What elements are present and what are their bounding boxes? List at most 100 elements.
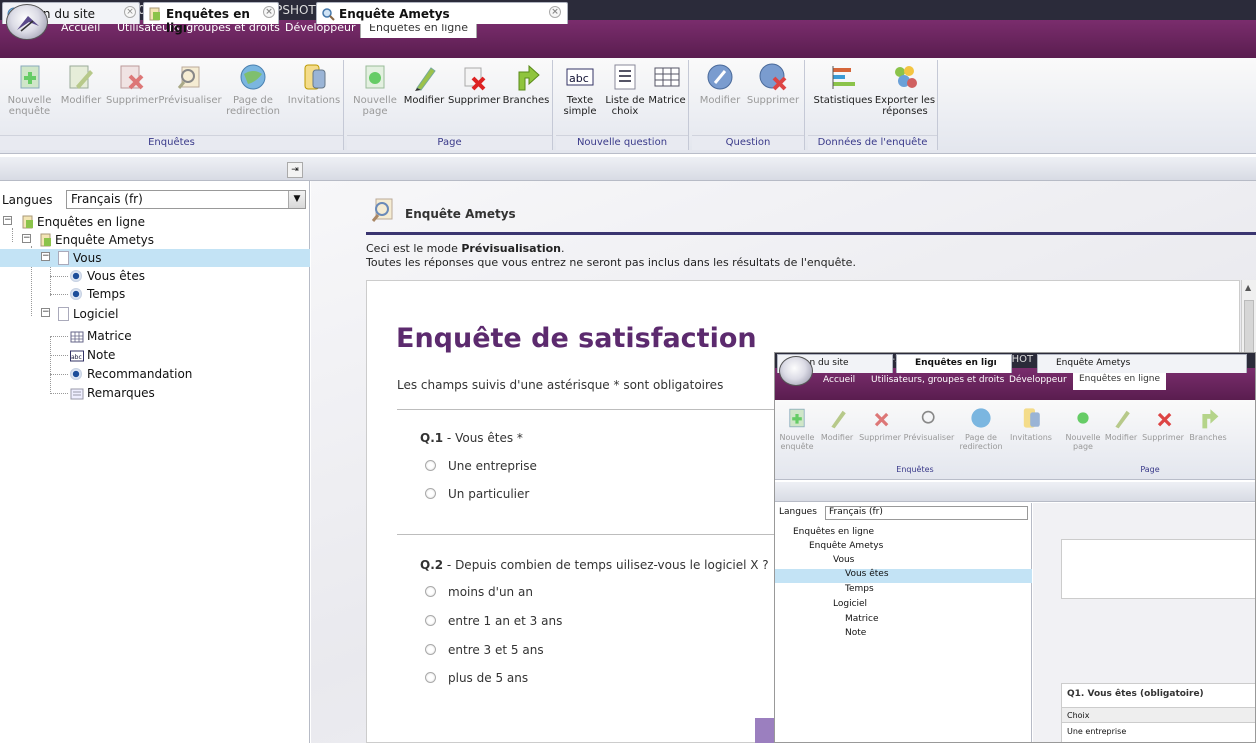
inset-tab-label: Enquêtes en ligı bbox=[915, 358, 997, 368]
delete-survey-label: Supprimer bbox=[106, 95, 159, 106]
tree-label: Recommandation bbox=[87, 367, 193, 381]
inset-tree-item: Enquêtes en ligne bbox=[793, 527, 875, 537]
radio-button[interactable] bbox=[425, 460, 436, 471]
close-icon[interactable]: × bbox=[263, 6, 275, 18]
survey-icon bbox=[149, 7, 160, 21]
tree-item-vous-etes[interactable]: Vous êtes bbox=[0, 267, 310, 285]
collapse-icon[interactable]: − bbox=[41, 252, 50, 261]
panel-tabs-row bbox=[0, 157, 1256, 181]
collapse-icon[interactable]: − bbox=[3, 216, 12, 225]
inset-invitations-button: Invitations bbox=[1007, 406, 1055, 442]
pencil-icon bbox=[1115, 410, 1130, 429]
preview-icon bbox=[921, 410, 935, 424]
close-icon[interactable]: × bbox=[549, 6, 561, 18]
inset-tab-content: Enquête Ametys bbox=[1037, 354, 1247, 373]
inset-tree-item: Vous bbox=[833, 555, 855, 565]
tree-label: Logiciel bbox=[73, 307, 119, 321]
tree-item-recommandation[interactable]: Recommandation bbox=[0, 365, 310, 383]
edit-page-button[interactable]: Modifier bbox=[401, 62, 447, 106]
invitations-button[interactable]: Invitations bbox=[286, 62, 342, 106]
inset-column-header: Choix bbox=[1062, 707, 1255, 723]
option-un-particulier[interactable]: Un particulier bbox=[425, 487, 529, 501]
inset-cell: Une entreprise bbox=[1067, 727, 1127, 736]
inset-tab-label: Enquête Ametys bbox=[1056, 358, 1131, 368]
matrix-icon bbox=[654, 67, 680, 87]
tree-item-vous[interactable]: − Vous bbox=[0, 249, 310, 267]
tree-label: Vous bbox=[73, 251, 102, 265]
tree-item-note[interactable]: abc Note bbox=[0, 346, 310, 364]
radio-button[interactable] bbox=[425, 586, 436, 597]
app-logo-icon[interactable] bbox=[6, 4, 48, 40]
option-3-a-5-ans[interactable]: entre 3 et 5 ans bbox=[425, 643, 544, 657]
branches-label: Branches bbox=[502, 95, 550, 106]
edit-survey-button[interactable]: Modifier bbox=[58, 62, 104, 106]
delete-question-label: Supprimer bbox=[746, 95, 800, 106]
radio-button[interactable] bbox=[425, 644, 436, 655]
tab-enquetes-en-ligne[interactable]: Enquêtes en ligı × bbox=[143, 2, 279, 35]
edit-survey-label: Modifier bbox=[60, 95, 102, 106]
edit-question-label: Modifier bbox=[699, 95, 741, 106]
preview-label: Prévisualiser bbox=[158, 95, 222, 106]
export-responses-button[interactable]: Exporter les réponses bbox=[874, 62, 936, 117]
tree-item-matrice[interactable]: Matrice bbox=[0, 327, 310, 345]
radio-button[interactable] bbox=[425, 615, 436, 626]
inset-page-edit-button: Modifier bbox=[1103, 406, 1139, 442]
scroll-up-icon[interactable]: ▲ bbox=[1245, 283, 1251, 292]
survey-preview-icon bbox=[371, 198, 393, 222]
inset-btn-label: Supprimer bbox=[859, 433, 901, 442]
chevron-down-icon[interactable]: ▼ bbox=[288, 191, 305, 208]
choice-list-button[interactable]: Liste de choix bbox=[603, 62, 647, 117]
option-1-a-3-ans[interactable]: entre 1 an et 3 ans bbox=[425, 614, 562, 628]
matrix-button[interactable]: Matrice bbox=[648, 62, 686, 106]
close-icon[interactable]: × bbox=[124, 6, 136, 18]
collapse-icon[interactable]: − bbox=[41, 308, 50, 317]
pencil-icon bbox=[831, 410, 846, 429]
language-select[interactable]: Français (fr) ▼ bbox=[66, 190, 306, 209]
new-survey-button[interactable]: Nouvelle enquête bbox=[2, 62, 57, 117]
statistics-button[interactable]: Statistiques bbox=[812, 62, 874, 106]
tree-item-remarques[interactable]: Remarques bbox=[0, 384, 310, 402]
option-label: plus de 5 ans bbox=[448, 671, 529, 685]
radio-button[interactable] bbox=[425, 488, 436, 499]
inset-btn-label: Nouvelle page bbox=[1065, 433, 1101, 451]
tree-item-logiciel[interactable]: − Logiciel bbox=[0, 305, 310, 323]
info-prefix: Ceci est le mode bbox=[366, 242, 462, 255]
textarea-question-icon bbox=[70, 388, 84, 400]
redirect-page-button[interactable]: Page de redirection bbox=[226, 62, 280, 117]
branches-button[interactable]: Branches bbox=[501, 62, 551, 106]
group-label-question: Question bbox=[692, 135, 804, 150]
text-question-button[interactable]: abc Texte simple bbox=[562, 62, 598, 117]
inset-menu-utilisateurs: Utilisateurs, groupes et droits bbox=[871, 375, 1005, 385]
svg-text:abc: abc bbox=[569, 72, 589, 85]
info-mode: Prévisualisation bbox=[461, 242, 561, 255]
radio-question-icon bbox=[70, 368, 82, 380]
collapse-panel-icon[interactable]: ⇥ bbox=[287, 162, 303, 178]
new-page-button[interactable]: Nouvelle page bbox=[352, 62, 398, 117]
question-1: Q.1 - Vous êtes * bbox=[420, 431, 523, 445]
tab-content-label: Enquête Ametys bbox=[339, 7, 450, 21]
preview-button[interactable]: Prévisualiser bbox=[158, 62, 222, 106]
group-question: Modifier Supprimer Question bbox=[692, 60, 805, 150]
collapse-icon[interactable]: − bbox=[22, 234, 31, 243]
tree-item-enquetes-en-ligne[interactable]: − Enquêtes en ligne bbox=[0, 213, 310, 231]
group-label-page: Page bbox=[347, 135, 552, 150]
tab-enquete-ametys[interactable]: Enquête Ametys × bbox=[316, 2, 568, 24]
ribbon: Nouvelle enquête Modifier Supprimer Prév… bbox=[0, 58, 1256, 154]
delete-survey-button[interactable]: Supprimer bbox=[106, 62, 159, 106]
radio-question-icon bbox=[70, 270, 82, 282]
group-label-donnees: Données de l'enquête bbox=[808, 135, 937, 150]
tree-item-enquete-ametys[interactable]: − Enquête Ametys bbox=[0, 231, 310, 249]
option-plus-de-5-ans[interactable]: plus de 5 ans bbox=[425, 671, 528, 685]
delete-question-button[interactable]: Supprimer bbox=[746, 62, 800, 106]
option-une-entreprise[interactable]: Une entreprise bbox=[425, 459, 537, 473]
question-text: - Vous êtes * bbox=[443, 431, 523, 445]
option-moins-d-un-an[interactable]: moins d'un an bbox=[425, 585, 533, 599]
branches-icon bbox=[1202, 409, 1219, 429]
edit-question-button[interactable]: Modifier bbox=[698, 62, 742, 106]
radio-button[interactable] bbox=[425, 672, 436, 683]
tree-item-temps[interactable]: Temps bbox=[0, 285, 310, 303]
new-page-icon bbox=[1077, 412, 1089, 424]
matrix-label: Matrice bbox=[648, 95, 686, 106]
delete-page-button[interactable]: Supprimer bbox=[448, 62, 500, 106]
inset-btn-label: Supprimer bbox=[1142, 433, 1184, 442]
